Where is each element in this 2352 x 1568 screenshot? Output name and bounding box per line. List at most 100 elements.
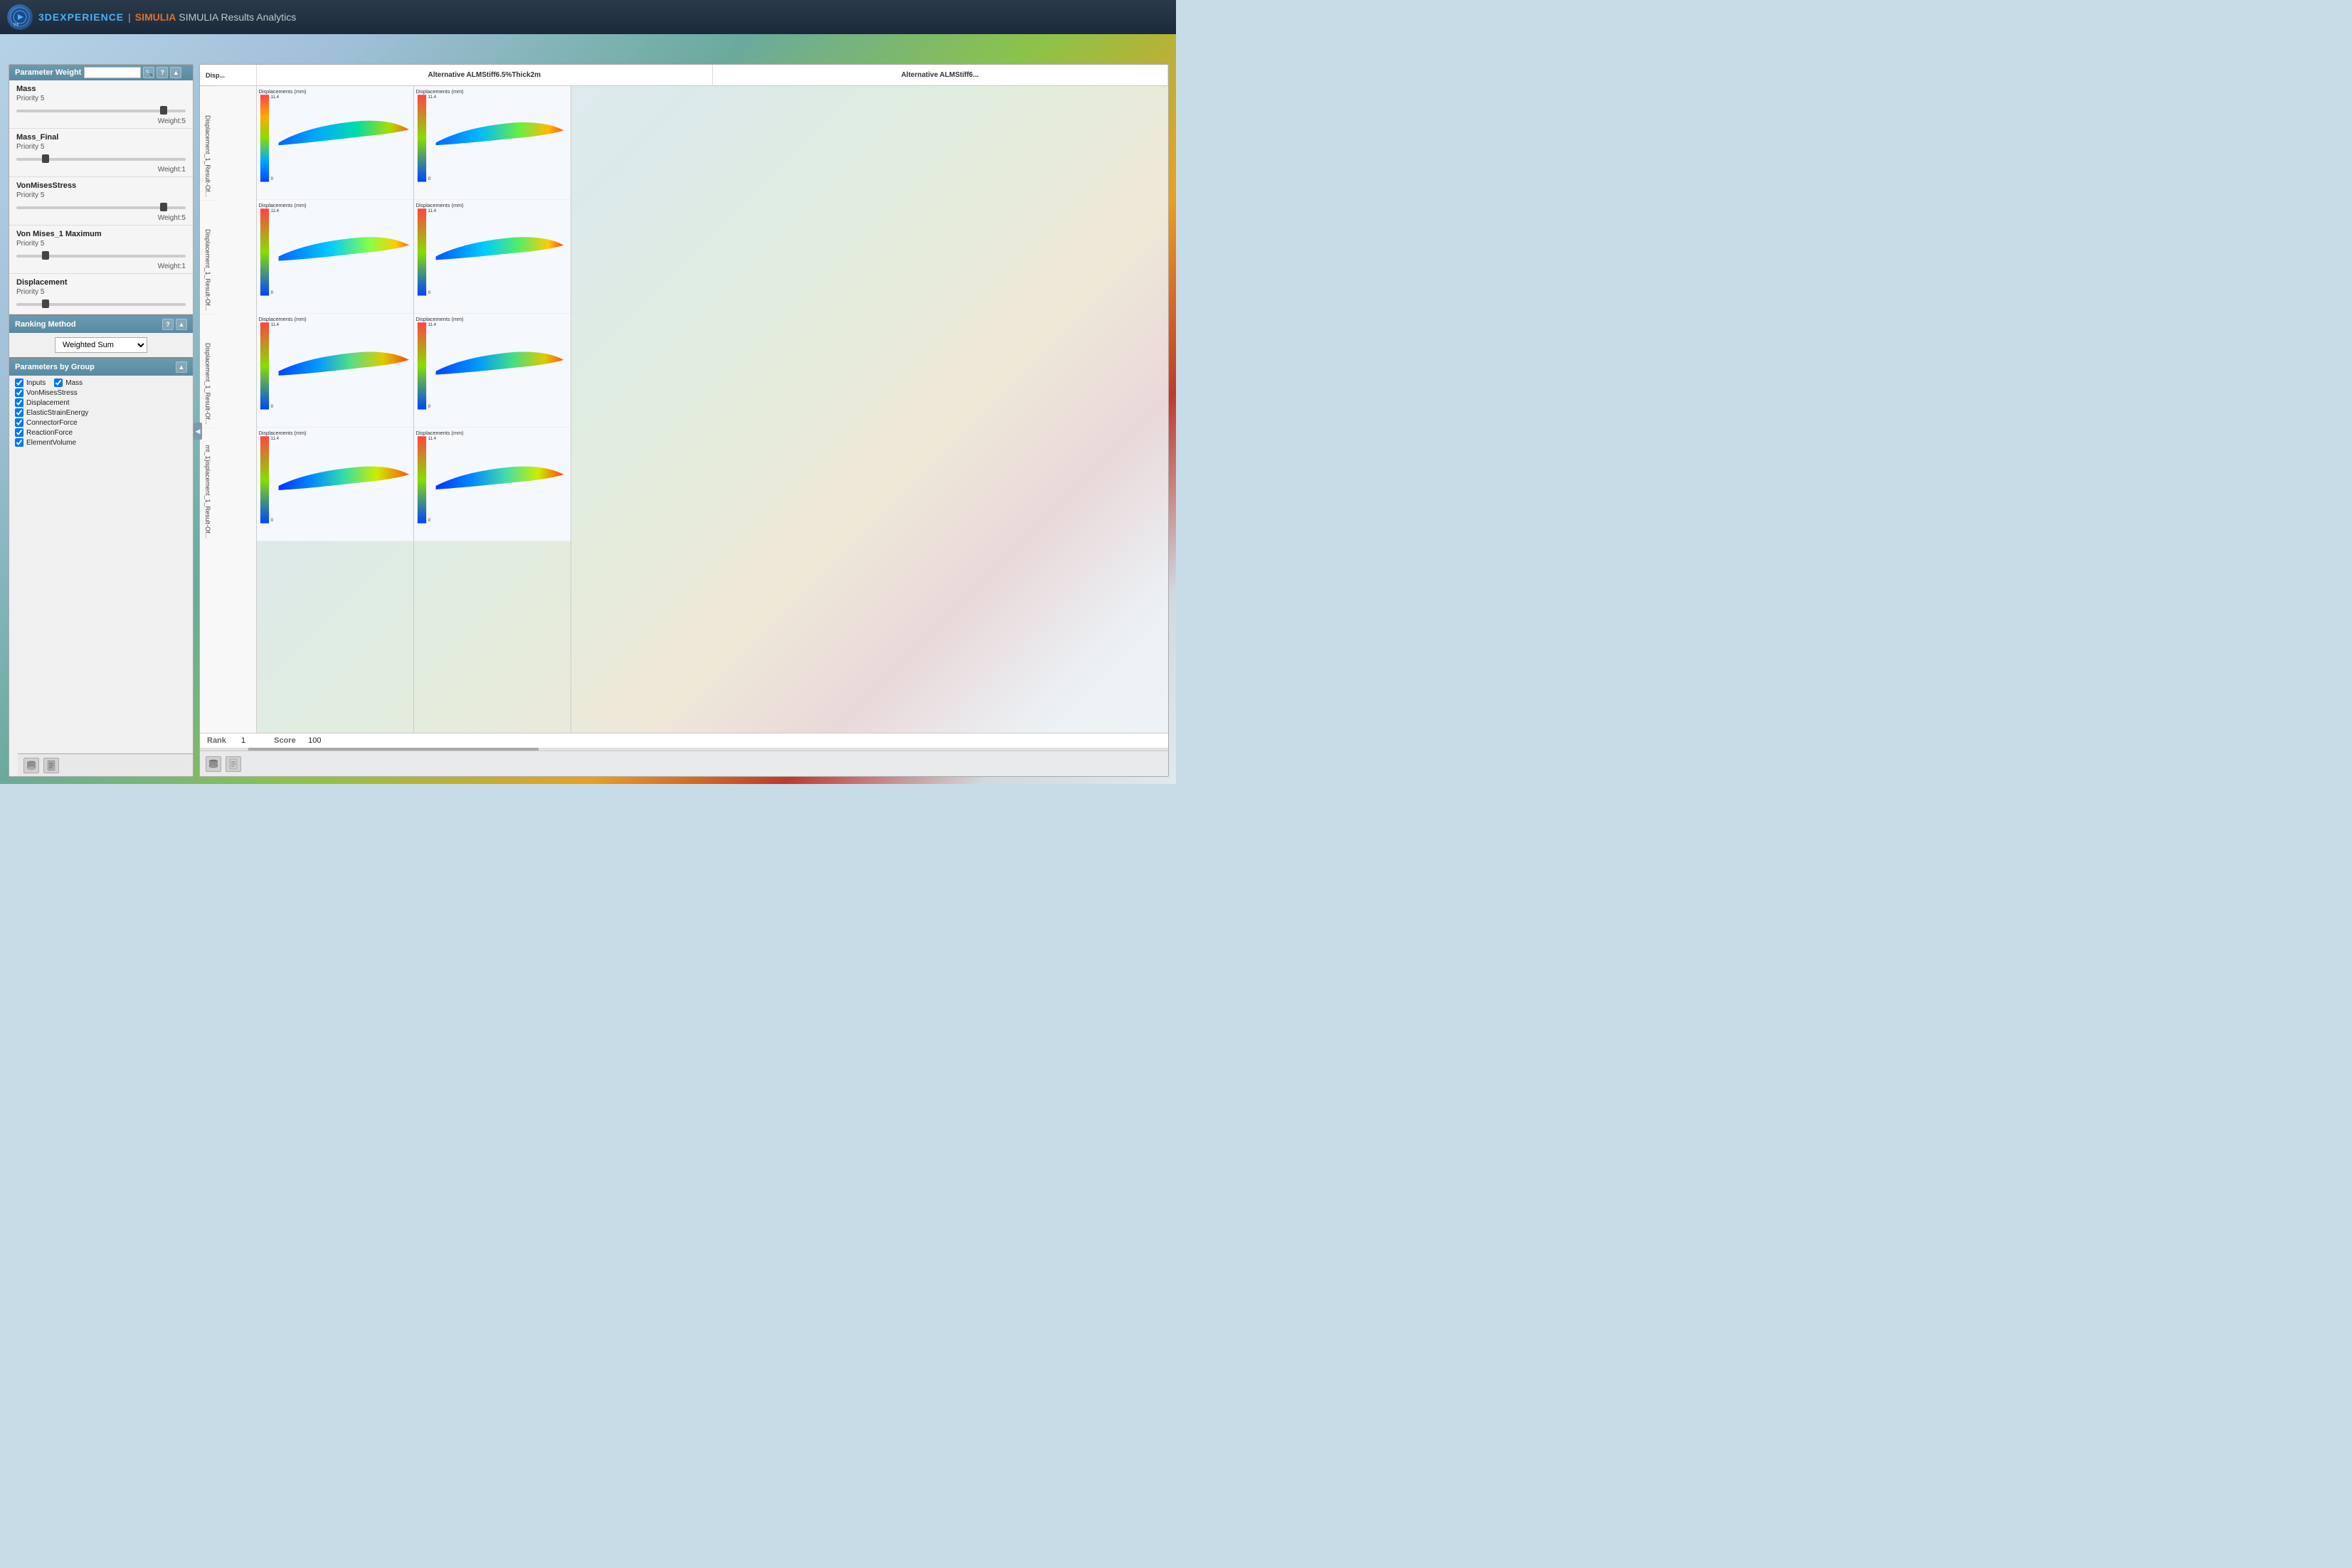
search-button[interactable]: 🔍 <box>143 67 154 78</box>
bottom-doc-icon[interactable] <box>226 756 241 772</box>
title-rest: SIMULIA Results Analytics <box>179 11 296 23</box>
stats-area: Rank 1 Score 100 <box>200 733 1168 748</box>
param-vonmises-priority: Priority 5 <box>16 191 186 199</box>
svg-text:Displacements (mm): Displacements (mm) <box>416 202 464 208</box>
row-label-3: Displacement_1_Result-Of... <box>200 314 216 428</box>
horizontal-scrollbar[interactable] <box>200 748 1168 751</box>
alt-header-2-text: Alternative ALMStiff6... <box>901 71 979 79</box>
ranking-help-button[interactable]: ? <box>162 319 174 330</box>
group-checkbox-element[interactable] <box>15 438 23 447</box>
group-label-connector: ConnectorForce <box>26 419 78 427</box>
slider-thumb[interactable] <box>160 106 167 115</box>
svg-text:Displacements (mm): Displacements (mm) <box>416 316 464 322</box>
collapse-button[interactable]: ▲ <box>170 67 181 78</box>
group-checkbox-elastic[interactable] <box>15 408 23 417</box>
row-labels: Displacement_1_Result-Of... Displacement… <box>200 86 257 733</box>
slider-thumb[interactable] <box>42 251 49 260</box>
param-weight-header: Parameter Weight 🔍 ? ▲ <box>9 65 193 80</box>
result-cell-1-4[interactable]: Displacements (mm) 11.4 0 <box>257 428 413 541</box>
param-mass: Mass Priority 5 Weight:5 <box>9 80 193 129</box>
result-cell-2-4[interactable]: Displacements (mm) 11.4 0 <box>414 428 571 541</box>
param-displacement-name: Displacement <box>16 278 186 287</box>
svg-text:0: 0 <box>428 290 431 295</box>
slider-thumb[interactable] <box>42 300 49 308</box>
result-cell-1-2[interactable]: Displacements (mm) 11.4 0 <box>257 200 413 314</box>
param-vonmises-slider[interactable] <box>16 201 186 213</box>
group-label-inputs: Inputs <box>26 379 46 387</box>
results-header: Disp... Alternative ALMStiff6.5%Thick2m … <box>200 65 1168 86</box>
blade-svg-1-1: Displacements (mm) 11.4 0 <box>257 86 413 199</box>
svg-text:Displacements (mm): Displacements (mm) <box>416 88 464 95</box>
result-cell-2-2[interactable]: Displacements (mm) 11.4 0 <box>414 200 571 314</box>
group-checkbox-mass[interactable] <box>54 378 63 387</box>
ranking-collapse-button[interactable]: ▲ <box>176 319 187 330</box>
param-weight-label: Parameter Weight <box>15 68 81 77</box>
alt-header-1[interactable]: Alternative ALMStiff6.5%Thick2m <box>257 65 713 85</box>
param-displacement-slider[interactable] <box>16 298 186 309</box>
bottom-toolbar <box>18 753 194 776</box>
group-item-mass: Mass <box>54 378 83 387</box>
blade-svg-1-2: Displacements (mm) 11.4 0 <box>257 200 413 313</box>
svg-text:11.4: 11.4 <box>271 208 280 213</box>
parameters-list: Mass Priority 5 Weight:5 Mass_Final Prio… <box>9 80 193 776</box>
result-cell-1-3[interactable]: Displacements (mm) 11.4 0 <box>257 314 413 428</box>
group-checkbox-reaction[interactable] <box>15 428 23 437</box>
document-icon-btn[interactable] <box>43 758 59 773</box>
group-item-inputs: Inputs <box>15 378 46 387</box>
group-label-reaction: ReactionForce <box>26 429 73 437</box>
results-columns: Displacements (mm) 11.4 0 <box>257 86 1168 733</box>
svg-text:0: 0 <box>271 290 274 295</box>
alt-header-2[interactable]: Alternative ALMStiff6... <box>713 65 1169 85</box>
group-item-element: ElementVolume <box>15 438 187 447</box>
group-checkbox-connector[interactable] <box>15 418 23 427</box>
result-col-2: Displacements (mm) 11.4 0 <box>414 86 571 733</box>
blade-svg-2-4: Displacements (mm) 11.4 0 <box>414 428 571 541</box>
svg-text:Displacements (mm): Displacements (mm) <box>258 202 306 208</box>
blade-svg-2-1: Displacements (mm) 11.4 0 <box>414 86 571 199</box>
group-collapse-button[interactable]: ▲ <box>176 361 187 373</box>
result-cell-2-1[interactable]: Displacements (mm) 11.4 0 <box>414 86 571 200</box>
row-label-4: mt_1)isplacement_1_Result-Of... <box>200 428 216 541</box>
group-checkbox-displacement[interactable] <box>15 398 23 407</box>
result-cell-1-1[interactable]: Displacements (mm) 11.4 0 <box>257 86 413 200</box>
param-mass-slider[interactable] <box>16 105 186 116</box>
help-button[interactable]: ? <box>157 67 168 78</box>
param-mass-name: Mass <box>16 85 186 93</box>
param-mass-final-name: Mass_Final <box>16 133 186 142</box>
svg-text:Displacements (mm): Displacements (mm) <box>416 430 464 436</box>
alt-header-1-text: Alternative ALMStiff6.5%Thick2m <box>428 71 541 79</box>
svg-text:11.4: 11.4 <box>271 322 280 327</box>
result-cell-2-3[interactable]: Displacements (mm) 11.4 0 <box>414 314 571 428</box>
param-displacement-priority: Priority 5 <box>16 288 186 296</box>
slider-thumb[interactable] <box>160 203 167 211</box>
scrollbar-thumb[interactable] <box>248 748 539 751</box>
group-label-mass: Mass <box>65 379 83 387</box>
ranking-method-select[interactable]: Weighted Sum TOPSIS Lexicographic <box>55 337 147 353</box>
group-items: Inputs Mass VonMisesStress Displacement <box>9 376 193 451</box>
param-mass-final-slider[interactable] <box>16 153 186 164</box>
param-weight-search[interactable] <box>84 67 141 78</box>
score-stat: Score 100 <box>274 736 321 745</box>
param-vonmises: VonMisesStress Priority 5 Weight:5 <box>9 177 193 226</box>
param-vonmises-max-weight: Weight:1 <box>16 263 186 270</box>
group-label-displacement: Displacement <box>26 399 70 407</box>
row-label-2: Displacement_1_Result-Of... <box>200 200 216 314</box>
bottom-database-icon[interactable] <box>206 756 221 772</box>
group-checkbox-inputs[interactable] <box>15 378 23 387</box>
svg-text:11.4: 11.4 <box>271 436 280 441</box>
group-section: Parameters by Group ▲ Inputs Mass Vo <box>9 357 193 451</box>
bottom-icons-bar <box>200 751 1168 776</box>
slider-thumb[interactable] <box>42 154 49 163</box>
rank-stat: Rank 1 <box>207 736 245 745</box>
param-mass-priority: Priority 5 <box>16 95 186 102</box>
param-vonmises-max-slider[interactable] <box>16 250 186 261</box>
svg-text:V.6: V.6 <box>14 23 18 27</box>
panel-collapse-arrow[interactable]: ◀ <box>194 423 202 440</box>
group-checkbox-vonmises[interactable] <box>15 388 23 397</box>
database-icon-btn[interactable] <box>23 758 39 773</box>
ds-logo: V.6 <box>7 4 33 30</box>
ranking-section: Ranking Method ? ▲ Weighted Sum TOPSIS L… <box>9 314 193 357</box>
svg-text:11.4: 11.4 <box>428 208 437 213</box>
result-col-1: Displacements (mm) 11.4 0 <box>257 86 414 733</box>
param-displacement: Displacement Priority 5 <box>9 274 193 314</box>
